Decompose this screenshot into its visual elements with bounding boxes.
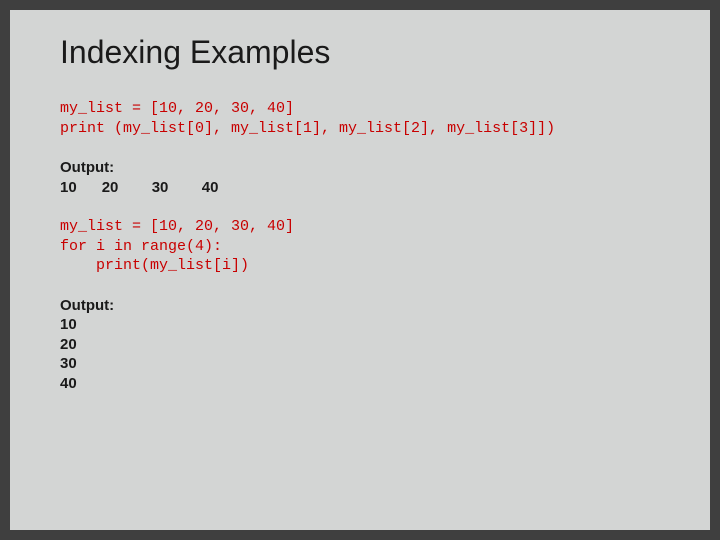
- output-block-1: Output: 10 20 30 40: [60, 158, 660, 197]
- output-block-2: Output: 10 20 30 40: [60, 296, 660, 394]
- slide-container: Indexing Examples my_list = [10, 20, 30,…: [10, 10, 710, 530]
- code-block-2: my_list = [10, 20, 30, 40] for i in rang…: [60, 217, 660, 276]
- output-values-1: 10 20 30 40: [60, 179, 218, 196]
- output-label-1: Output:: [60, 159, 114, 176]
- output-values-2: 10 20 30 40: [60, 316, 77, 392]
- code-block-1: my_list = [10, 20, 30, 40] print (my_lis…: [60, 99, 660, 138]
- slide-title: Indexing Examples: [60, 34, 660, 71]
- output-label-2: Output:: [60, 297, 114, 314]
